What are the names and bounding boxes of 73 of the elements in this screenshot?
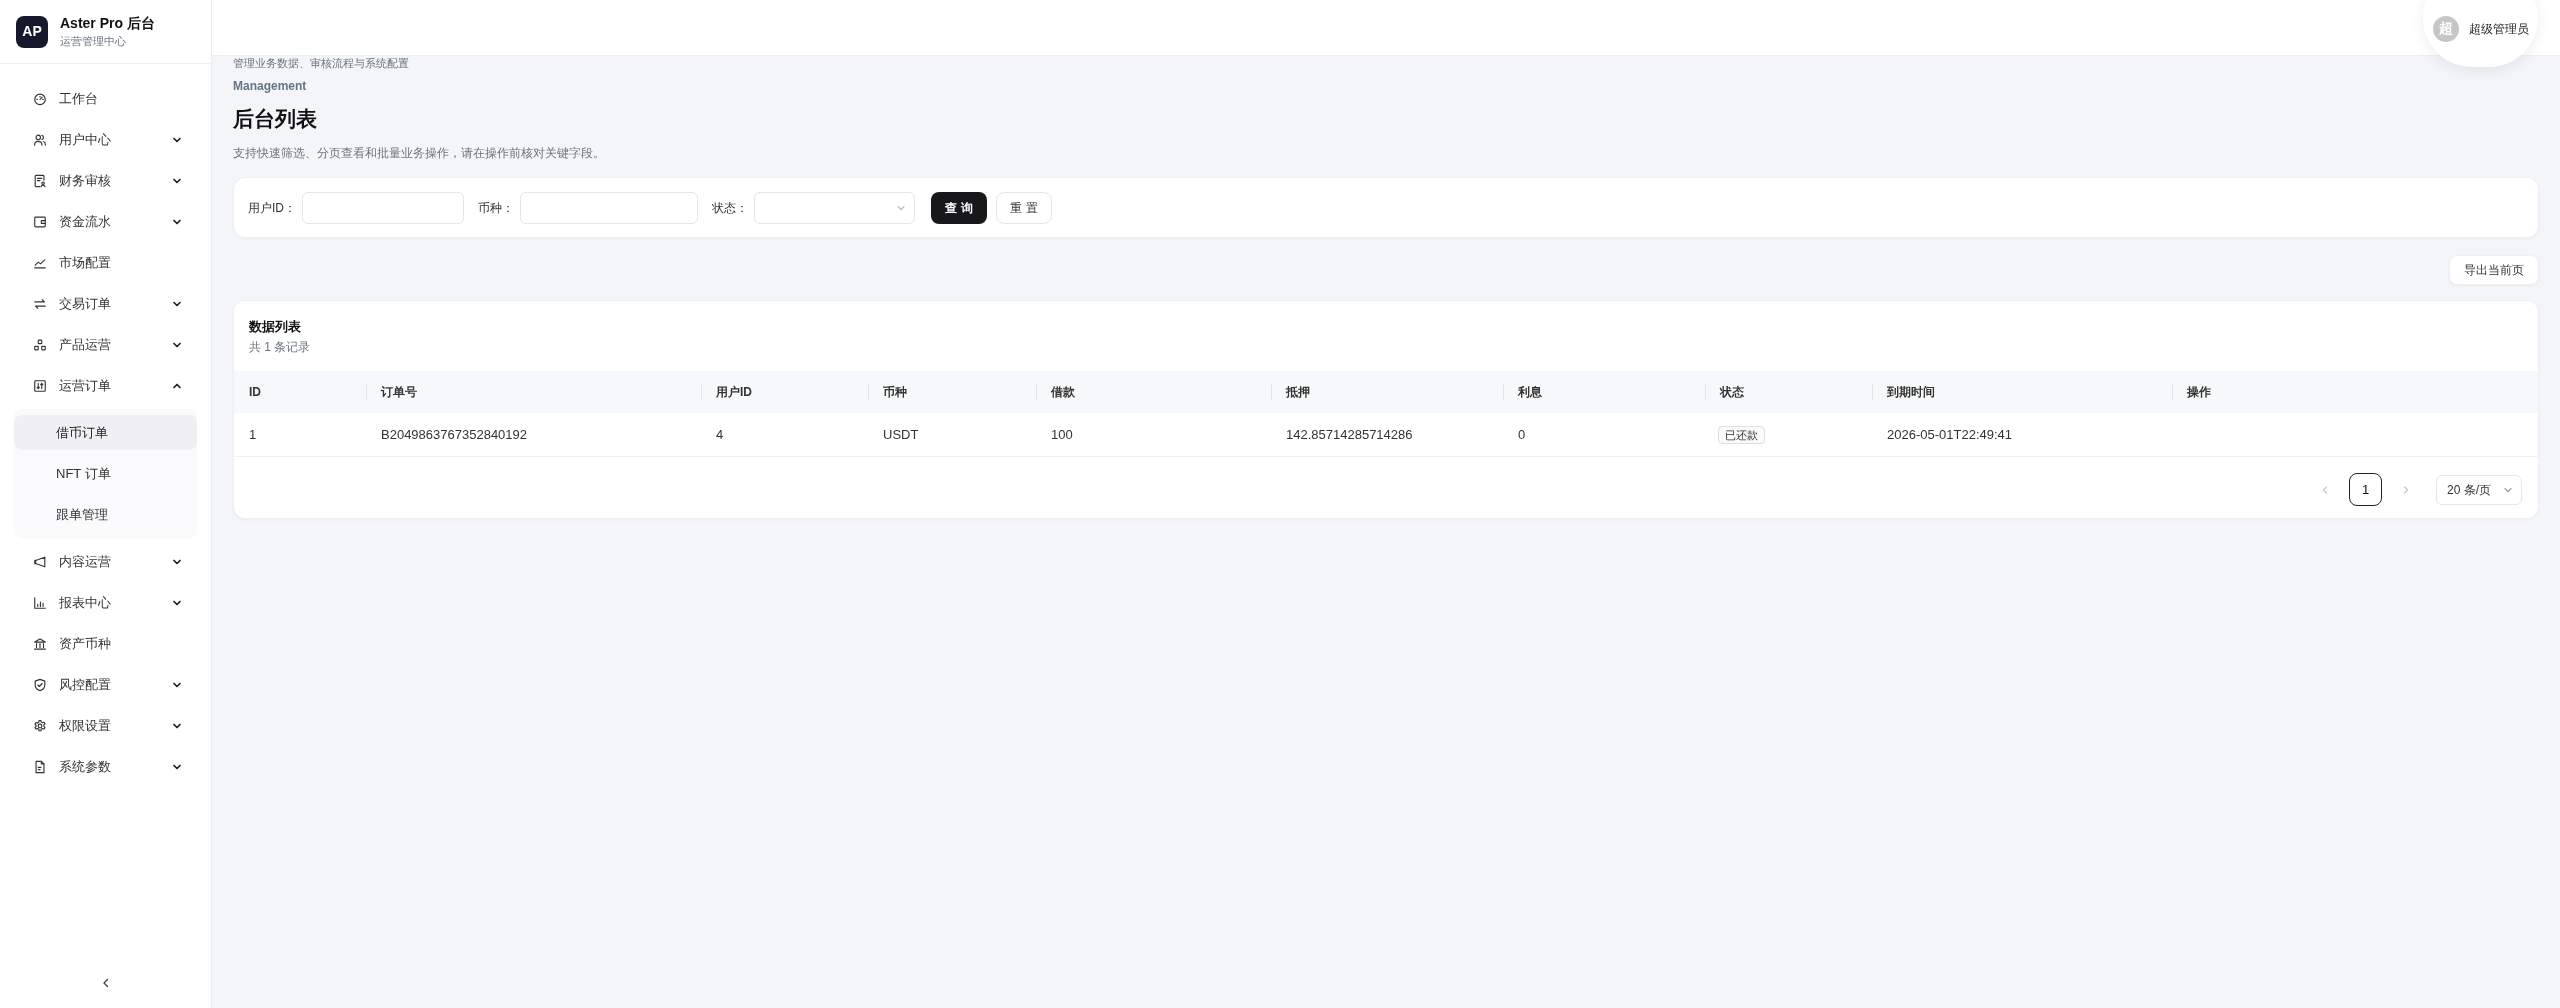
sidebar-item[interactable]: 风控配置 — [14, 667, 197, 702]
column-header: 抵押 — [1271, 371, 1503, 413]
record-count: 共 1 条记录 — [249, 339, 311, 355]
table-cell-text: 1 — [248, 425, 258, 444]
sidebar-item[interactable]: 权限设置 — [14, 708, 197, 743]
table-title: 数据列表 — [249, 318, 301, 336]
chevron-right-icon — [2401, 484, 2411, 495]
column-header: 用户ID — [701, 371, 868, 413]
bank-icon — [33, 636, 47, 651]
input-field[interactable] — [520, 191, 698, 224]
sidebar-item[interactable]: 内容运营 — [14, 544, 197, 579]
select-field[interactable] — [754, 191, 915, 224]
sidebar-item[interactable]: 产品运营 — [14, 327, 197, 362]
gauge-icon — [33, 91, 47, 106]
sidebar-item[interactable]: 资金流水 — [14, 204, 197, 239]
reset-button[interactable]: 重 置 — [996, 191, 1052, 224]
column-header: 借款 — [1036, 371, 1271, 413]
chevron-left-icon — [2320, 484, 2330, 495]
table-cell-text: 4 — [715, 425, 725, 444]
field-label: 币种： — [478, 199, 514, 217]
input-field[interactable] — [302, 191, 464, 224]
column-header: ID — [248, 384, 262, 401]
sidebar-item[interactable]: 用户中心 — [14, 122, 197, 157]
column-header: 订单号 — [366, 371, 701, 413]
app-title: Aster Pro 后台 — [60, 14, 155, 32]
page-title: 后台列表 — [233, 106, 317, 132]
sidebar-item[interactable]: 报表中心 — [14, 585, 197, 620]
column-header: 操作 — [2172, 371, 2538, 413]
app-logo: AP — [16, 15, 48, 48]
megaphone-icon — [33, 554, 47, 569]
status-tag: 已还款 — [1718, 425, 1765, 444]
users-icon — [33, 132, 47, 147]
app-subtitle: 运营管理中心 — [60, 34, 127, 49]
column-header: 到期时间 — [1872, 371, 2172, 413]
table-cell-text: 0 — [1517, 425, 1527, 444]
sidebar-item[interactable]: 资产币种 — [14, 626, 197, 661]
table-cell-text: 100 — [1050, 425, 1074, 444]
bar-chart-icon — [33, 595, 47, 610]
boxes-icon — [33, 337, 47, 352]
field-label: 状态： — [712, 199, 748, 217]
section-eyebrow: Management — [233, 78, 307, 94]
file-icon — [33, 759, 47, 774]
sliders-icon — [33, 378, 47, 393]
page-size-select[interactable]: 20 条/页 — [2436, 474, 2522, 505]
table-cell-text: 142.85714285714286 — [1285, 425, 1414, 444]
table-cell-text: USDT — [882, 425, 920, 444]
sidebar-item[interactable]: 市场配置 — [14, 245, 197, 280]
header-subtitle: 管理业务数据、审核流程与系统配置 — [233, 56, 409, 70]
sidebar-item[interactable]: 运营订单 — [14, 368, 197, 403]
user-name: 超级管理员 — [2468, 20, 2529, 38]
search-button[interactable]: 查 询 — [931, 191, 987, 224]
column-header: 利息 — [1503, 371, 1705, 413]
sidebar-item[interactable]: 交易订单 — [14, 286, 197, 321]
page-button[interactable]: 1 — [2349, 473, 2382, 506]
shield-check-icon — [33, 677, 47, 692]
sidebar-item[interactable]: 工作台 — [14, 81, 197, 116]
settings-icon — [33, 718, 47, 733]
submenu-item[interactable]: 借币订单 — [14, 415, 197, 450]
table-cell-text: 2026-05-01T22:49:41 — [1886, 425, 2014, 444]
document-icon — [33, 173, 47, 188]
column-header: 币种 — [868, 371, 1036, 413]
table-cell-text: B2049863767352840192 — [380, 425, 529, 444]
page-description: 支持快速筛选、分页查看和批量业务操作，请在操作前核对关键字段。 — [233, 145, 605, 161]
user-menu[interactable]: 超 超级管理员 — [2423, 0, 2538, 67]
user-avatar: 超 — [2432, 15, 2459, 42]
wallet-icon — [33, 214, 47, 229]
sidebar-item[interactable]: 系统参数 — [14, 749, 197, 784]
field-label: 用户ID： — [248, 199, 296, 217]
submenu-item[interactable]: NFT 订单 — [14, 456, 197, 491]
submenu-item[interactable]: 跟单管理 — [14, 497, 197, 532]
column-header: 状态 — [1705, 371, 1872, 413]
sidebar-item[interactable]: 财务审核 — [14, 163, 197, 198]
export-button[interactable]: 导出当前页 — [2449, 255, 2539, 285]
